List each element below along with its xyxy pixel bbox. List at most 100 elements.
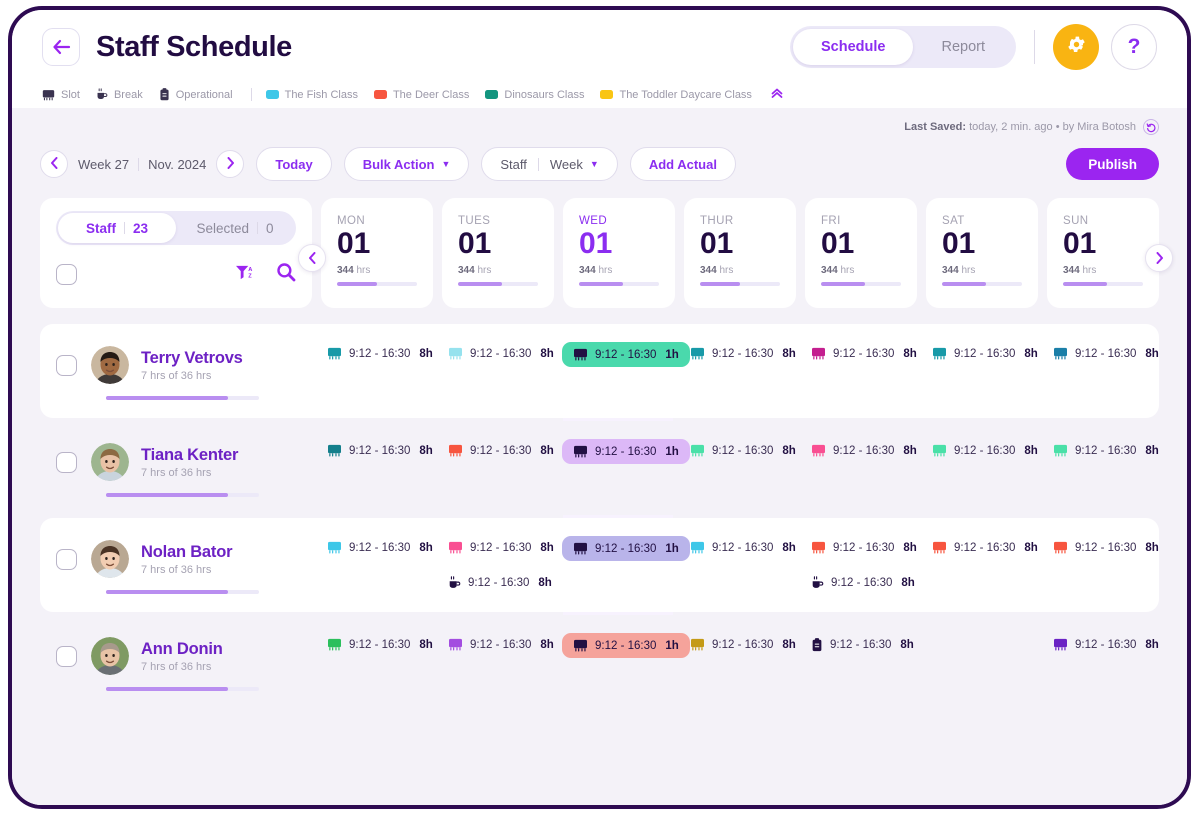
shift-chip[interactable]: 9:12 - 16:30 8h [804,536,924,559]
schedule-cell[interactable]: 9:12 - 16:30 8h [917,536,1038,598]
shift-chip[interactable]: 9:12 - 16:30 8h [441,571,559,595]
schedule-cell[interactable]: 9:12 - 16:30 8h [796,439,917,501]
shift-chip[interactable]: 9:12 - 16:30 8h [683,633,803,656]
schedule-cell[interactable]: 9:12 - 16:30 8h [675,633,796,695]
shift-chip[interactable]: 9:12 - 16:30 8h [925,439,1045,462]
schedule-cell[interactable]: 9:12 - 16:30 8h [675,439,796,501]
settings-button[interactable] [1053,24,1099,70]
legend-item-dinosaurs-class[interactable]: Dinosaurs Class [485,89,584,101]
next-week-button[interactable] [216,150,245,178]
legend-item-operational[interactable]: Operational [159,88,233,101]
tab-staff[interactable]: Staff 23 [58,213,176,243]
day-column-sun[interactable]: SUN 01 344 hrs [1047,198,1159,308]
day-column-thur[interactable]: THUR 01 344 hrs [684,198,796,308]
schedule-cell[interactable]: 9:12 - 16:30 8h [1038,536,1159,598]
table-row[interactable]: Terry Vetrovs 7 hrs of 36 hrs 9:12 - 16:30… [40,324,1159,418]
row-checkbox[interactable] [56,451,77,473]
shift-chip[interactable]: 9:12 - 16:30 8h [441,342,561,365]
row-checkbox[interactable] [56,354,77,376]
row-checkbox[interactable] [56,645,77,667]
shift-chip[interactable]: 9:12 - 16:30 8h [683,439,803,462]
day-column-tues[interactable]: TUES 01 344 hrs [442,198,554,308]
day-column-sat[interactable]: SAT 01 344 hrs [926,198,1038,308]
shift-chip[interactable]: 9:12 - 16:30 8h [441,536,561,559]
schedule-cell[interactable]: 9:12 - 16:30 8h [312,439,433,501]
legend-item-break[interactable]: Break [96,88,143,101]
schedule-cell[interactable]: 9:12 - 16:30 8h 9:12 - 16:30 8h [433,536,554,598]
schedule-cell[interactable]: 9:12 - 16:30 8h [796,342,917,404]
schedule-cell[interactable]: 9:12 - 16:30 8h [312,633,433,695]
scroll-days-right-button[interactable] [1145,244,1173,272]
shift-chip[interactable]: 9:12 - 16:30 8h [320,342,440,365]
shift-chip[interactable]: 9:12 - 16:30 8h [320,633,440,656]
tab-report[interactable]: Report [913,29,1013,65]
shift-chip[interactable]: 9:12 - 16:30 8h [1046,536,1166,559]
shift-chip[interactable]: 9:12 - 16:30 8h [1046,342,1166,365]
bulk-action-dropdown[interactable]: Bulk Action ▼ [343,147,470,181]
shift-chip[interactable]: 9:12 - 16:30 1h [562,536,690,561]
add-actual-button[interactable]: Add Actual [629,147,736,181]
shift-chip[interactable]: 9:12 - 16:30 8h [804,342,924,365]
shift-chip[interactable]: 9:12 - 16:30 8h [1046,439,1166,462]
tab-selected[interactable]: Selected 0 [176,213,294,243]
schedule-cell[interactable]: 9:12 - 16:30 8h [796,633,917,695]
shift-chip[interactable]: 9:12 - 16:30 8h [925,536,1045,559]
staff-name[interactable]: Terry Vetrovs [141,349,243,368]
shift-chip[interactable]: 9:12 - 16:30 8h [441,633,561,656]
shift-chip[interactable]: 9:12 - 16:30 8h [925,342,1045,365]
schedule-cell[interactable]: 9:12 - 16:30 8h [1038,439,1159,501]
table-row[interactable]: Ann Donin 7 hrs of 36 hrs 9:12 - 16:30 8h 9:… [40,615,1159,709]
schedule-cell[interactable]: 9:12 - 16:30 8h [917,439,1038,501]
row-checkbox[interactable] [56,548,77,570]
shift-chip[interactable]: 9:12 - 16:30 8h [441,439,561,462]
schedule-cell[interactable]: 9:12 - 16:30 8h [917,342,1038,404]
shift-chip[interactable]: 9:12 - 16:30 8h [1046,633,1166,656]
schedule-cell[interactable]: 9:12 - 16:30 8h [433,633,554,695]
day-column-wed[interactable]: WED 01 344 hrs [563,198,675,308]
staff-name[interactable]: Ann Donin [141,640,223,659]
schedule-cell[interactable]: 9:12 - 16:30 1h [554,439,690,501]
shift-chip[interactable]: 9:12 - 16:30 1h [562,633,690,658]
schedule-cell[interactable]: 9:12 - 16:30 1h [554,536,690,598]
schedule-cell[interactable]: 9:12 - 16:30 8h [1038,342,1159,404]
legend-item-toddler-daycare-class[interactable]: The Toddler Daycare Class [600,89,752,101]
shift-chip[interactable]: 9:12 - 16:30 8h [320,536,440,559]
schedule-cell[interactable]: 9:12 - 16:30 1h [554,633,690,695]
legend-item-fish-class[interactable]: The Fish Class [265,89,358,101]
revert-icon[interactable] [1143,119,1159,135]
filter-sort-az-icon[interactable]: A Z [235,264,254,286]
select-all-checkbox[interactable] [56,264,77,285]
table-row[interactable]: Nolan Bator 7 hrs of 36 hrs 9:12 - 16:30 8h… [40,518,1159,612]
schedule-cell[interactable]: 9:12 - 16:30 8h [312,342,433,404]
staff-name[interactable]: Nolan Bator [141,543,233,562]
legend-item-slot[interactable]: Slot [42,89,80,101]
scope-range-selector[interactable]: Staff Week ▼ [481,147,618,181]
table-row[interactable]: Tiana Kenter 7 hrs of 36 hrs 9:12 - 16:30 8… [40,421,1159,515]
prev-week-button[interactable] [40,150,68,178]
staff-name[interactable]: Tiana Kenter [141,446,238,465]
schedule-cell[interactable]: 9:12 - 16:30 1h [554,342,690,404]
schedule-cell[interactable]: 9:12 - 16:30 8h [433,439,554,501]
schedule-cell[interactable]: 9:12 - 16:30 8h [675,536,796,598]
scroll-days-left-button[interactable] [298,244,326,272]
shift-chip[interactable]: 9:12 - 16:30 8h [804,571,922,595]
help-button[interactable]: ? [1111,24,1157,70]
schedule-cell[interactable]: 9:12 - 16:30 8h [675,342,796,404]
shift-chip[interactable]: 9:12 - 16:30 1h [562,439,690,464]
today-button[interactable]: Today [256,147,332,181]
shift-chip[interactable]: 9:12 - 16:30 8h [683,536,803,559]
schedule-cell[interactable]: 9:12 - 16:30 8h [433,342,554,404]
shift-chip[interactable]: 9:12 - 16:30 1h [562,342,690,367]
shift-chip[interactable]: 9:12 - 16:30 8h [683,342,803,365]
legend-item-deer-class[interactable]: The Deer Class [373,89,469,101]
schedule-cell[interactable]: 9:12 - 16:30 8h 9:12 - 16:30 8h [796,536,917,598]
day-column-mon[interactable]: MON 01 344 hrs [321,198,433,308]
chevrons-up-icon[interactable] [770,86,784,103]
tab-schedule[interactable]: Schedule [793,29,914,65]
schedule-cell[interactable]: 9:12 - 16:30 8h [1038,633,1159,695]
shift-chip[interactable]: 9:12 - 16:30 8h [804,633,921,657]
shift-chip[interactable]: 9:12 - 16:30 8h [804,439,924,462]
day-column-fri[interactable]: FRI 01 344 hrs [805,198,917,308]
schedule-cell[interactable]: 9:12 - 16:30 8h [312,536,433,598]
search-icon[interactable] [276,262,296,287]
